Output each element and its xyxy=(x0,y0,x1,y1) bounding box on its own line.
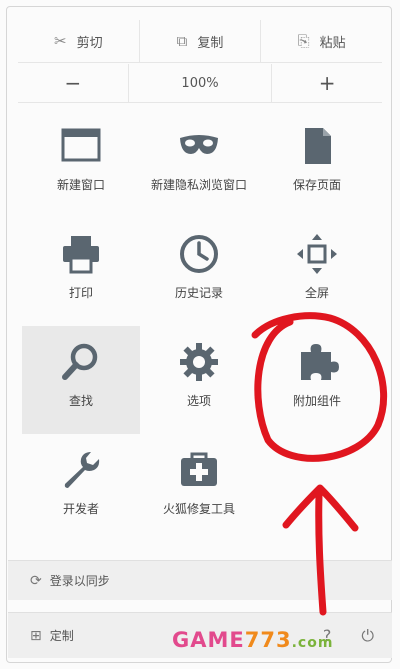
copy-button[interactable]: ⧉ 复制 xyxy=(138,20,261,62)
page-icon xyxy=(305,128,331,164)
firefox-menu-panel: ✂ 剪切 ⧉ 复制 ⎘ 粘贴 − 100% + 新建窗口 新建隐私浏览窗口 保存… xyxy=(0,0,400,669)
tile-label: 查找 xyxy=(68,394,93,408)
fullscreen-button[interactable]: 全屏 xyxy=(258,218,376,326)
toolkit-icon xyxy=(181,452,217,486)
search-icon xyxy=(62,343,98,380)
tile-label: 附加组件 xyxy=(292,394,341,408)
zoom-controls: − 100% + xyxy=(18,64,382,103)
developer-button[interactable]: 开发者 xyxy=(22,434,140,542)
private-window-button[interactable]: 新建隐私浏览窗口 xyxy=(140,110,258,218)
tile-label: 新建窗口 xyxy=(56,178,105,192)
options-button[interactable]: 选项 xyxy=(140,326,258,434)
paste-button[interactable]: ⎘ 粘贴 xyxy=(260,20,382,62)
zoom-out-button[interactable]: − xyxy=(18,64,128,102)
menu-grid: 新建窗口 新建隐私浏览窗口 保存页面 打印 历史记录 全屏 查找 选项 附加组件… xyxy=(22,110,378,542)
tile-label: 打印 xyxy=(68,286,93,300)
tile-label: 火狐修复工具 xyxy=(162,502,235,516)
copy-label: 复制 xyxy=(197,35,224,51)
watermark-part2: 773 xyxy=(244,628,292,652)
puzzle-icon xyxy=(301,344,339,380)
cut-button[interactable]: ✂ 剪切 xyxy=(18,20,139,62)
sync-icon: ⟳ xyxy=(30,572,42,589)
customize-icon: ⊞ xyxy=(30,627,42,644)
fullscreen-icon xyxy=(297,234,337,274)
gear-icon xyxy=(180,343,218,381)
history-button[interactable]: 历史记录 xyxy=(140,218,258,326)
tile-label: 选项 xyxy=(186,394,211,408)
print-button[interactable]: 打印 xyxy=(22,218,140,326)
scissors-icon: ✂ xyxy=(54,32,67,50)
save-page-button[interactable]: 保存页面 xyxy=(258,110,376,218)
repair-tool-button[interactable]: 火狐修复工具 xyxy=(140,434,258,542)
zoom-in-button[interactable]: + xyxy=(272,64,382,102)
find-button[interactable]: 查找 xyxy=(22,326,140,434)
addons-button[interactable]: 附加组件 xyxy=(258,326,376,434)
watermark-part1: GAME xyxy=(172,628,245,652)
zoom-reset-button[interactable]: 100% xyxy=(127,64,273,102)
new-window-button[interactable]: 新建窗口 xyxy=(22,110,140,218)
sync-button[interactable]: ⟳ 登录以同步 xyxy=(8,560,392,600)
tile-label: 全屏 xyxy=(304,286,329,300)
cut-label: 剪切 xyxy=(76,35,103,51)
clock-icon xyxy=(180,235,218,273)
paste-label: 粘贴 xyxy=(319,35,346,51)
window-icon xyxy=(61,128,101,162)
tile-label: 保存页面 xyxy=(292,178,341,192)
tile-label: 新建隐私浏览窗口 xyxy=(150,178,247,192)
tile-label: 历史记录 xyxy=(174,286,223,300)
sync-label: 登录以同步 xyxy=(49,574,110,588)
customize-label[interactable]: 定制 xyxy=(50,627,74,644)
tile-label: 开发者 xyxy=(62,502,99,516)
watermark-part3: .com xyxy=(291,635,334,651)
printer-icon xyxy=(63,236,99,274)
copy-icon: ⧉ xyxy=(176,32,188,50)
wrench-icon xyxy=(64,452,100,488)
edit-controls: ✂ 剪切 ⧉ 复制 ⎘ 粘贴 xyxy=(18,20,382,63)
mask-icon xyxy=(180,135,218,154)
power-icon[interactable]: ⏻ xyxy=(361,626,374,646)
watermark-logo: GAME773.com xyxy=(172,628,333,652)
clipboard-icon: ⎘ xyxy=(297,32,310,50)
